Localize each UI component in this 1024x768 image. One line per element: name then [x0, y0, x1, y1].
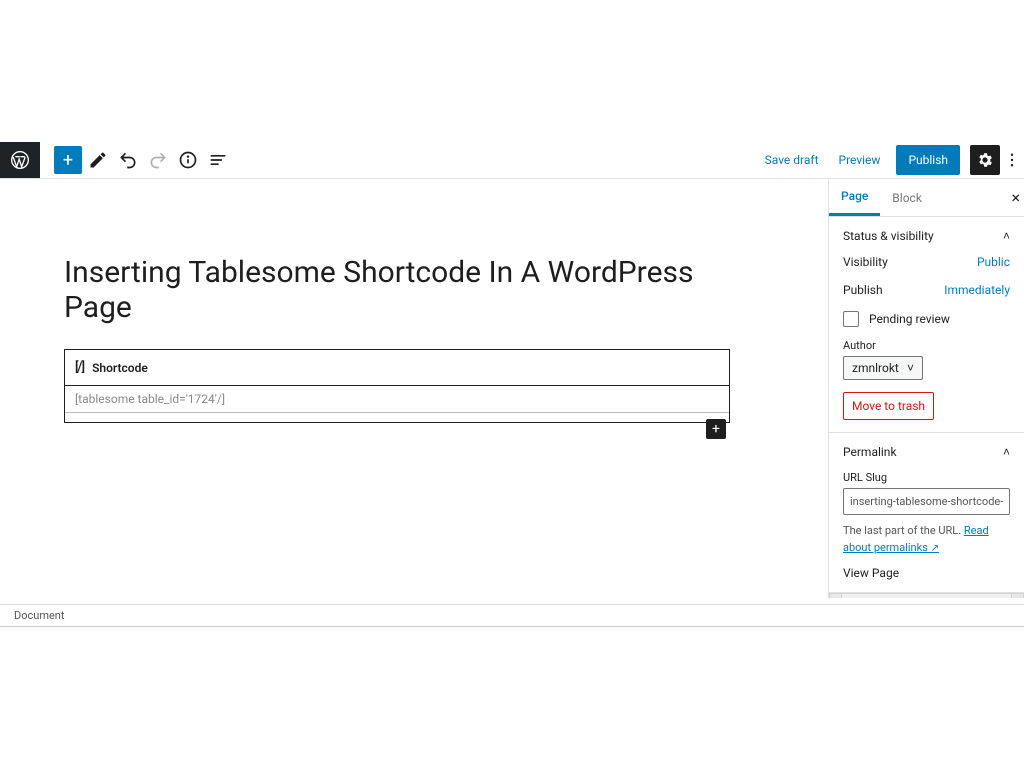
- permalink-help-text: The last part of the URL. Read about per…: [843, 523, 1010, 556]
- publish-value[interactable]: Immediately: [944, 283, 1010, 297]
- external-link-icon: ↗: [931, 543, 939, 554]
- chevron-up-icon: ˄: [1003, 445, 1010, 459]
- shortcode-input[interactable]: [65, 386, 729, 412]
- author-label: Author: [843, 339, 1010, 352]
- shortcode-label: Shortcode: [92, 361, 148, 375]
- editor-canvas-area: Inserting Tablesome Shortcode In A WordP…: [0, 179, 828, 598]
- close-icon[interactable]: ×: [1011, 188, 1020, 207]
- edit-tool-icon[interactable]: [84, 146, 112, 174]
- move-to-trash-button[interactable]: Move to trash: [843, 392, 934, 420]
- url-slug-label: URL Slug: [843, 471, 1010, 484]
- tab-page[interactable]: Page: [829, 179, 880, 216]
- visibility-label: Visibility: [843, 255, 888, 269]
- wordpress-logo[interactable]: [0, 142, 40, 178]
- shortcode-block[interactable]: [/] Shortcode: [64, 349, 730, 423]
- editor-toolbar: + Save draft Preview Publish: [0, 142, 1024, 178]
- sidebar-horizontal-scrollbar[interactable]: ‹ ›: [829, 593, 1024, 598]
- add-block-button[interactable]: +: [54, 146, 82, 174]
- permalink-panel: Permalink ˄ URL Slug The last part of th…: [829, 433, 1024, 593]
- pending-review-checkbox[interactable]: [843, 311, 859, 327]
- status-visibility-panel: Status & visibility ˄ Visibility Public …: [829, 217, 1024, 433]
- chevron-up-icon: ˄: [1003, 229, 1010, 243]
- author-select[interactable]: zmnlrokt ˅: [843, 356, 923, 380]
- chevron-down-icon: ˅: [907, 361, 914, 375]
- url-slug-input[interactable]: [843, 488, 1010, 515]
- undo-icon[interactable]: [114, 146, 142, 174]
- visibility-value[interactable]: Public: [977, 255, 1010, 269]
- settings-button[interactable]: [970, 145, 1000, 175]
- save-draft-button[interactable]: Save draft: [755, 153, 829, 167]
- outline-icon[interactable]: [204, 146, 232, 174]
- redo-icon: [144, 146, 172, 174]
- page-title[interactable]: Inserting Tablesome Shortcode In A WordP…: [64, 255, 730, 325]
- info-icon[interactable]: [174, 146, 202, 174]
- status-panel-toggle[interactable]: Status & visibility ˄: [843, 229, 1010, 243]
- publish-label: Publish: [843, 283, 883, 297]
- breadcrumb[interactable]: Document: [0, 604, 1024, 627]
- settings-sidebar: Page Block × Status & visibility ˄ Visib…: [828, 179, 1024, 598]
- permalink-panel-toggle[interactable]: Permalink ˄: [843, 445, 1010, 459]
- preview-button[interactable]: Preview: [829, 153, 891, 167]
- tab-block[interactable]: Block: [880, 181, 934, 215]
- view-page-link[interactable]: View Page: [843, 556, 1010, 580]
- publish-button[interactable]: Publish: [896, 145, 960, 175]
- pending-review-row[interactable]: Pending review: [843, 311, 1010, 327]
- shortcode-icon: [/]: [75, 360, 84, 375]
- add-block-inline-button[interactable]: +: [706, 419, 726, 439]
- more-options-button[interactable]: [1000, 145, 1024, 175]
